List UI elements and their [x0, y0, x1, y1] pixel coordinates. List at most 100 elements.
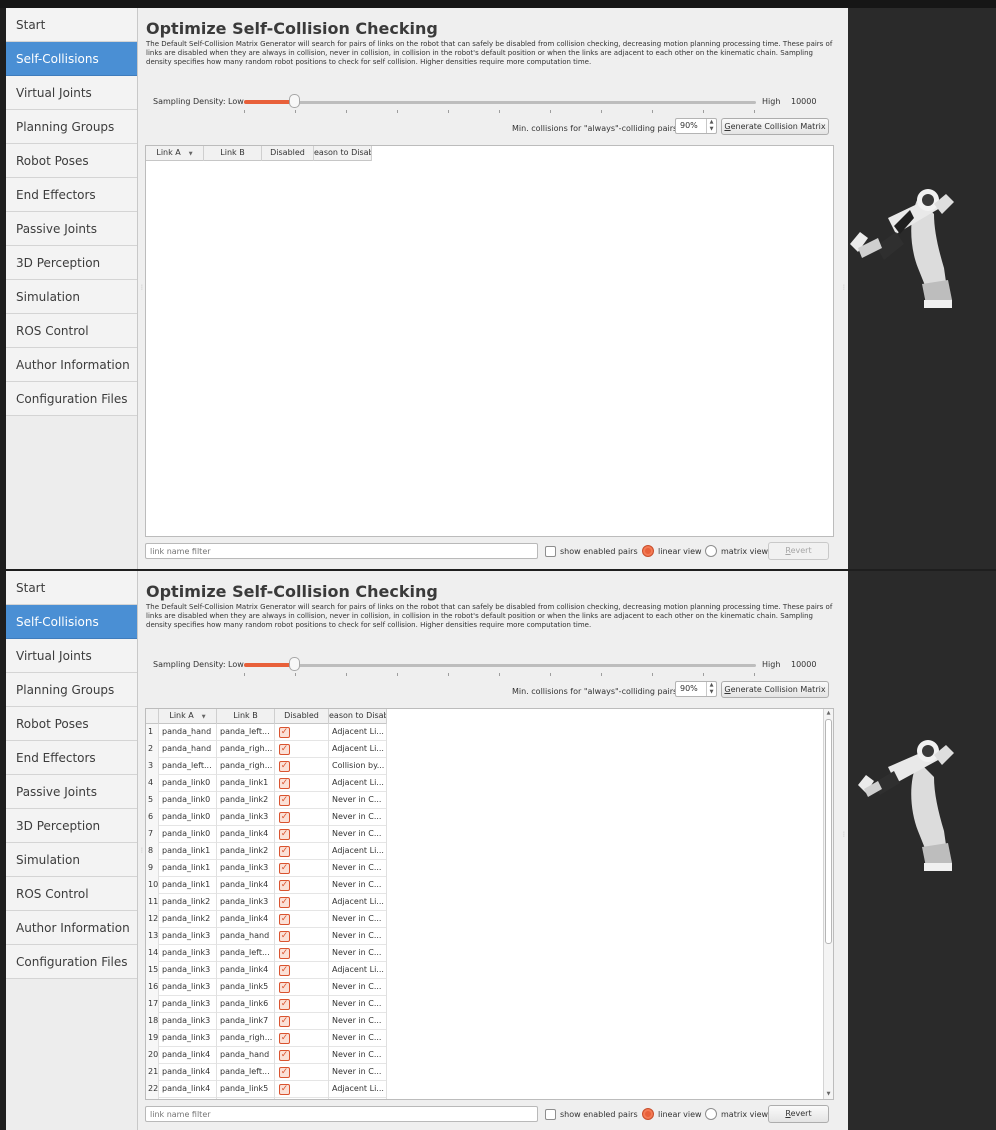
sampling-density-slider[interactable] — [244, 664, 756, 667]
disabled-cell[interactable]: ✓ — [275, 928, 329, 945]
disabled-checkbox[interactable]: ✓ — [279, 1016, 290, 1027]
disabled-cell[interactable]: ✓ — [275, 877, 329, 894]
sidebar-item-end-effectors[interactable]: End Effectors — [6, 741, 137, 775]
revert-button[interactable]: Revert — [768, 1105, 829, 1123]
min-collisions-spinbox[interactable]: 90% ▲ ▼ — [675, 118, 717, 134]
disabled-cell[interactable]: ✓ — [275, 962, 329, 979]
table-row[interactable]: 12 panda_link2 panda_link4 ✓ Never in C... — [146, 911, 387, 928]
table-row[interactable]: 10 panda_link1 panda_link4 ✓ Never in C... — [146, 877, 387, 894]
revert-button[interactable]: Revert — [768, 542, 829, 560]
sidebar-item-start[interactable]: Start — [6, 8, 137, 42]
disabled-checkbox[interactable]: ✓ — [279, 982, 290, 993]
disabled-checkbox[interactable]: ✓ — [279, 931, 290, 942]
disabled-cell[interactable]: ✓ — [275, 775, 329, 792]
table-row[interactable]: 9 panda_link1 panda_link3 ✓ Never in C... — [146, 860, 387, 877]
scrollbar-thumb[interactable] — [825, 719, 832, 944]
disabled-checkbox[interactable]: ✓ — [279, 914, 290, 925]
matrix-view-radio[interactable] — [705, 1108, 717, 1120]
disabled-checkbox[interactable]: ✓ — [279, 1050, 290, 1061]
splitter-handle[interactable]: ⋮ — [139, 284, 145, 291]
table-row[interactable]: 13 panda_link3 panda_hand ✓ Never in C... — [146, 928, 387, 945]
column-header-disabled[interactable]: Disabled — [275, 709, 329, 724]
sidebar-item-virtual-joints[interactable]: Virtual Joints — [6, 76, 137, 110]
table-vertical-scrollbar[interactable]: ▲ ▼ — [823, 709, 833, 1099]
disabled-cell[interactable]: ✓ — [275, 945, 329, 962]
disabled-checkbox[interactable]: ✓ — [279, 778, 290, 789]
disabled-checkbox[interactable]: ✓ — [279, 829, 290, 840]
disabled-cell[interactable]: ✓ — [275, 1030, 329, 1047]
disabled-checkbox[interactable]: ✓ — [279, 1067, 290, 1078]
table-row[interactable]: 7 panda_link0 panda_link4 ✓ Never in C... — [146, 826, 387, 843]
collision-table[interactable]: Link A ▼ Link B Disabled eason to Disab — [145, 145, 834, 537]
sidebar-item-3d-perception[interactable]: 3D Perception — [6, 809, 137, 843]
disabled-checkbox[interactable]: ✓ — [279, 880, 290, 891]
viewer-splitter-handle[interactable]: ⋮ — [841, 831, 847, 838]
robot-3d-viewer[interactable] — [848, 571, 996, 1130]
table-row[interactable]: 2 panda_hand panda_righ... ✓ Adjacent Li... — [146, 741, 387, 758]
sidebar-item-ros-control[interactable]: ROS Control — [6, 877, 137, 911]
sidebar-item-virtual-joints[interactable]: Virtual Joints — [6, 639, 137, 673]
sidebar-item-self-collisions[interactable]: Self-Collisions — [6, 42, 137, 76]
sidebar-item-author-information[interactable]: Author Information — [6, 911, 137, 945]
disabled-checkbox[interactable]: ✓ — [279, 846, 290, 857]
disabled-cell[interactable]: ✓ — [275, 724, 329, 741]
disabled-checkbox[interactable]: ✓ — [279, 761, 290, 772]
disabled-checkbox[interactable]: ✓ — [279, 727, 290, 738]
generate-collision-matrix-button[interactable]: Generate Collision Matrix — [721, 118, 829, 135]
disabled-cell[interactable]: ✓ — [275, 1098, 329, 1099]
disabled-checkbox[interactable]: ✓ — [279, 1033, 290, 1044]
sidebar-item-ros-control[interactable]: ROS Control — [6, 314, 137, 348]
sidebar-item-robot-poses[interactable]: Robot Poses — [6, 144, 137, 178]
disabled-checkbox[interactable]: ✓ — [279, 795, 290, 806]
sidebar-item-simulation[interactable]: Simulation — [6, 843, 137, 877]
disabled-cell[interactable]: ✓ — [275, 1013, 329, 1030]
column-header-link-a[interactable]: Link A ▼ — [146, 146, 204, 161]
disabled-checkbox[interactable]: ✓ — [279, 965, 290, 976]
disabled-cell[interactable]: ✓ — [275, 1047, 329, 1064]
table-row[interactable]: 20 panda_link4 panda_hand ✓ Never in C... — [146, 1047, 387, 1064]
column-header-reason[interactable]: eason to Disab — [314, 146, 372, 161]
min-collisions-spinbox[interactable]: 90% ▲ ▼ — [675, 681, 717, 697]
sidebar-item-configuration-files[interactable]: Configuration Files — [6, 382, 137, 416]
disabled-checkbox[interactable]: ✓ — [279, 999, 290, 1010]
disabled-cell[interactable]: ✓ — [275, 1064, 329, 1081]
robot-3d-viewer[interactable] — [848, 8, 996, 569]
table-row[interactable]: 6 panda_link0 panda_link3 ✓ Never in C... — [146, 809, 387, 826]
disabled-cell[interactable]: ✓ — [275, 979, 329, 996]
collision-table[interactable]: Link A ▼ Link B Disabled eason to Disab 1… — [145, 708, 834, 1100]
show-enabled-pairs-checkbox[interactable] — [545, 546, 556, 557]
table-row[interactable]: 21 panda_link4 panda_left... ✓ Never in C... — [146, 1064, 387, 1081]
scroll-up-icon[interactable]: ▲ — [824, 709, 833, 718]
sidebar-item-end-effectors[interactable]: End Effectors — [6, 178, 137, 212]
disabled-checkbox[interactable]: ✓ — [279, 744, 290, 755]
sampling-density-handle[interactable] — [289, 657, 300, 671]
column-header-link-b[interactable]: Link B — [204, 146, 262, 161]
disabled-checkbox[interactable]: ✓ — [279, 812, 290, 823]
linear-view-radio[interactable] — [642, 545, 654, 557]
table-row[interactable]: 22 panda_link4 panda_link5 ✓ Adjacent Li... — [146, 1081, 387, 1098]
disabled-cell[interactable]: ✓ — [275, 826, 329, 843]
viewer-splitter-handle[interactable]: ⋮ — [841, 284, 847, 291]
sidebar-item-start[interactable]: Start — [6, 571, 137, 605]
sidebar-item-robot-poses[interactable]: Robot Poses — [6, 707, 137, 741]
disabled-cell[interactable]: ✓ — [275, 843, 329, 860]
link-name-filter-input[interactable] — [145, 1106, 538, 1122]
disabled-checkbox[interactable]: ✓ — [279, 897, 290, 908]
disabled-cell[interactable]: ✓ — [275, 1081, 329, 1098]
disabled-cell[interactable]: ✓ — [275, 758, 329, 775]
sidebar-item-3d-perception[interactable]: 3D Perception — [6, 246, 137, 280]
sidebar-item-self-collisions[interactable]: Self-Collisions — [6, 605, 137, 639]
table-row[interactable]: 14 panda_link3 panda_left... ✓ Never in C... — [146, 945, 387, 962]
table-row[interactable]: 15 panda_link3 panda_link4 ✓ Adjacent Li... — [146, 962, 387, 979]
disabled-checkbox[interactable]: ✓ — [279, 1084, 290, 1095]
link-name-filter-input[interactable] — [145, 543, 538, 559]
table-row[interactable]: 3 panda_left... panda_righ... ✓ Collision by… — [146, 758, 387, 775]
sidebar-item-planning-groups[interactable]: Planning Groups — [6, 110, 137, 144]
table-row[interactable]: 5 panda_link0 panda_link2 ✓ Never in C... — [146, 792, 387, 809]
splitter-handle[interactable]: ⋮ — [139, 847, 145, 854]
table-row[interactable]: 16 panda_link3 panda_link5 ✓ Never in C... — [146, 979, 387, 996]
sampling-density-handle[interactable] — [289, 94, 300, 108]
disabled-cell[interactable]: ✓ — [275, 911, 329, 928]
show-enabled-pairs-checkbox[interactable] — [545, 1109, 556, 1120]
table-row[interactable]: 23panda_link4panda_link6✓Never in C... — [146, 1098, 387, 1099]
